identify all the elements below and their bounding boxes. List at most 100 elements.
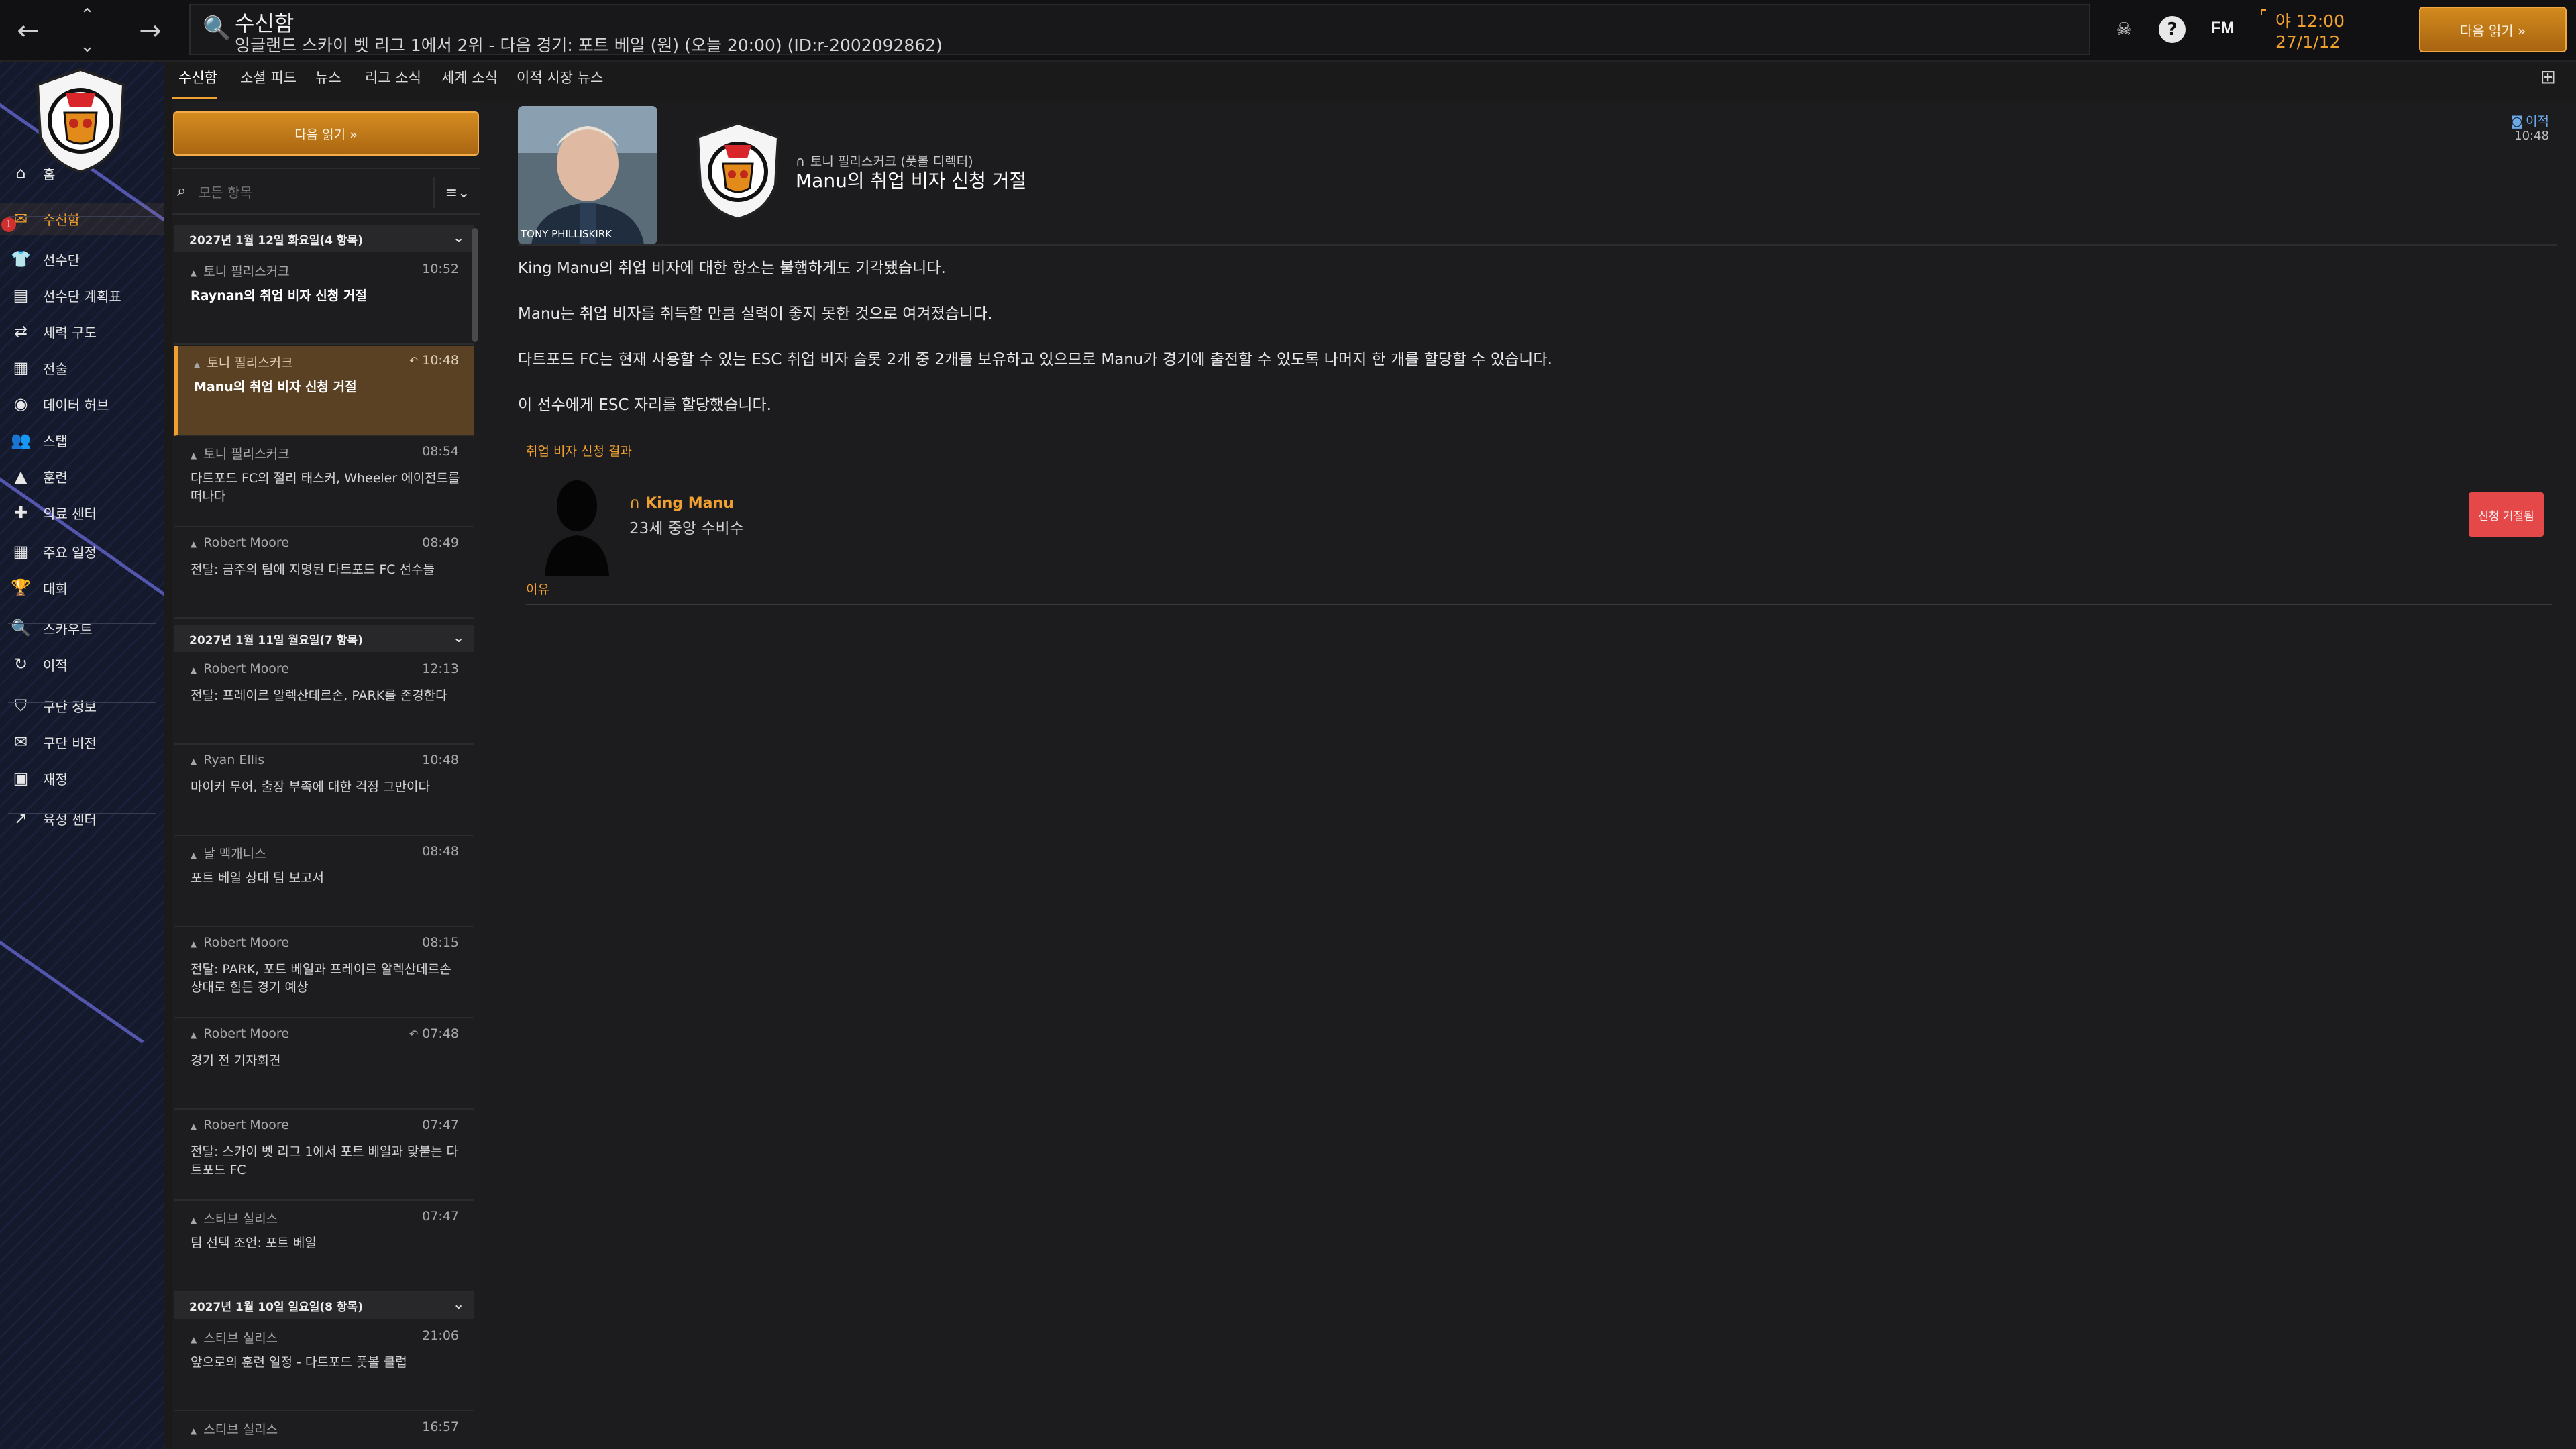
message-list-panel: 다음 읽기 » ⌕ ≡⌄ 2027년 1월 12일 화요일(4 항목) ⌄ 토니… [172,101,480,1449]
sidebar-separator [8,216,156,217]
list-item[interactable]: Robert Moore ↶07:48 경기 전 기자회견 [174,1020,474,1110]
list-item[interactable]: 스티브 실리스 16:57 [174,1413,474,1449]
sidebar-item-dynamics[interactable]: ⇄ 세력 구도 [0,315,164,347]
list-item[interactable]: Robert Moore 08:15 전달: PARK, 포트 베일과 프레이르… [174,928,474,1018]
list-item[interactable]: 스티브 실리스 21:06 앞으로의 훈련 일정 - 다트포드 풋볼 클럽 [174,1322,474,1411]
filter-input[interactable] [199,181,440,204]
game-date: 27/1/12 [2275,32,2341,52]
search-icon[interactable]: 🔍 [203,15,231,42]
sidebar-item-schedule[interactable]: ▦ 주요 일정 [0,535,164,568]
sidebar-item-label: 육성 센터 [43,811,97,828]
message-sender: 토니 필리스커크 [191,262,289,280]
chevron-down-icon[interactable]: ⌄ [453,1296,464,1312]
back-arrow-icon[interactable]: ← [9,12,47,50]
sidebar-item-label: 구단 정보 [43,698,97,715]
sidebar-item-scouting[interactable]: 🔍 스카우트 [0,612,164,644]
sort-menu-icon[interactable]: ≡⌄ [433,177,480,208]
player-silhouette-icon[interactable] [542,474,612,576]
sidebar-stripe [0,841,144,1044]
sidebar-item-club-vision[interactable]: ✉ 구단 비전 [0,726,164,758]
tab-league-news[interactable]: 리그 소식 [365,67,421,87]
forward-arrow-icon[interactable]: → [131,12,169,50]
group-header-label: 2027년 1월 10일 일요일(8 항목) [189,1300,363,1314]
sidebar-item-label: 선수단 계획표 [43,288,121,305]
tab-news[interactable]: 뉴스 [315,67,341,87]
message-time: 07:47 [422,1209,459,1224]
tab-world-news[interactable]: 세계 소식 [441,67,498,87]
application-rejected-badge[interactable]: 신청 거절됨 [2469,492,2544,537]
chevron-down-icon[interactable]: ⌄ [453,229,464,246]
list-item[interactable]: 토니 필리스커크 08:54 다트포드 FC의 절리 태스커, Wheeler … [174,437,474,527]
list-item[interactable]: 스티브 실리스 07:47 팀 선택 조언: 포트 베일 [174,1202,474,1292]
development-icon: ↗ [13,809,28,828]
photo-caption: TONY PHILLISKIRK [521,228,612,240]
chevron-down-icon[interactable]: ⌄ [453,629,464,645]
sender-photo[interactable]: TONY PHILLISKIRK [518,106,657,244]
sidebar-item-data-hub[interactable]: ◉ 데이터 허브 [0,388,164,420]
list-item-selected[interactable]: 토니 필리스커크 ↶10:48 Manu의 취업 비자 신청 거절 [174,346,474,436]
continue-button-list[interactable]: 다음 읽기 » [173,111,479,156]
date-group-header[interactable]: 2027년 1월 10일 일요일(8 항목) ⌄ [174,1292,474,1319]
list-scrollbar[interactable] [472,228,478,342]
clock-corner [2261,9,2266,15]
finances-icon: ▣ [13,769,29,788]
message-subject: 전달: 금주의 팀에 지명된 다트포드 FC 선수들 [191,562,435,577]
divider [518,244,2557,246]
sidebar-item-transfers[interactable]: ↻ 이적 [0,648,164,680]
sidebar-item-club-info[interactable]: ⛉ 구단 정보 [0,690,164,722]
message-sender: 날 맥개니스 [191,844,266,862]
sidebar-item-staff[interactable]: 👥 스탭 [0,424,164,456]
continue-button[interactable]: 다음 읽기 » [2419,7,2567,52]
schedule-icon: ▦ [13,542,29,561]
sidebar-item-trophy[interactable]: 🏆 대회 [0,572,164,604]
scouting-icon: 🔍 [11,619,31,637]
sidebar-separator [8,813,156,814]
chevron-up-icon[interactable]: ⌃ [80,5,95,25]
help-icon[interactable]: ? [2159,16,2186,43]
message-paragraph: Manu는 취업 비자를 취득할 만큼 실력이 좋지 못한 것으로 여겨졌습니다… [518,305,993,323]
sidebar-item-development[interactable]: ↗ 육성 센터 [0,802,164,835]
section-label: 취업 비자 신청 결과 [526,444,632,459]
date-group-header[interactable]: 2027년 1월 12일 화요일(4 항목) ⌄ [174,225,474,252]
skull-icon[interactable]: ☠ [2110,16,2137,43]
category-badge[interactable]: ◙ 이적 [2511,111,2549,129]
sidebar-item-squad[interactable]: 👕 선수단 [0,243,164,275]
sidebar-item-squad-planner[interactable]: ▤ 선수단 계획표 [0,279,164,311]
date-group-header[interactable]: 2027년 1월 11일 월요일(7 항목) ⌄ [174,625,474,652]
list-item[interactable]: Robert Moore 12:13 전달: 프레이르 알렉산데르손, PARK… [174,655,474,745]
message-time: 10:48 [422,753,459,767]
sidebar-item-label: 수신함 [43,211,80,228]
email-icon: ◙ [2510,114,2524,129]
sidebar-item-finances[interactable]: ▣ 재정 [0,762,164,794]
player-name[interactable]: ∩ King Manu [629,495,734,512]
message-paragraph: 다트포드 FC는 현재 사용할 수 있는 ESC 취업 비자 슬롯 2개 중 2… [518,351,1552,368]
list-item[interactable]: Ryan Ellis 10:48 마이커 무어, 출장 부족에 대한 걱정 그만… [174,746,474,836]
message-sender: Robert Moore [191,535,289,550]
history-stepper[interactable]: ⌃ ⌄ [74,5,101,56]
list-item[interactable]: Robert Moore 07:47 전달: 스카이 벳 리그 1에서 포트 베… [174,1111,474,1201]
sidebar-item-home[interactable]: ⌂ 홈 [0,157,164,189]
sidebar-separator [8,623,156,624]
sidebar-item-tactics[interactable]: ▦ 전술 [0,352,164,384]
player-name-link[interactable]: King Manu [645,495,734,512]
list-item[interactable]: 토니 필리스커크 10:52 Raynan의 취업 비자 신청 거절 [174,255,474,345]
message-subject: 팀 선택 조언: 포트 베일 [191,1236,317,1250]
tab-social-feed[interactable]: 소셜 피드 [240,67,297,87]
inbox-tabs: 수신함 소셜 피드 뉴스 리그 소식 세계 소식 이적 시장 뉴스 [172,62,2576,98]
list-item[interactable]: 날 맥개니스 08:48 포트 베일 상대 팀 보고서 [174,837,474,927]
divider [526,604,2552,605]
sidebar-item-label: 세력 구도 [43,324,97,341]
fm-logo[interactable]: FM [2211,19,2235,38]
club-crest-logo[interactable] [692,121,784,221]
sidebar-item-training[interactable]: ▲ 훈련 [0,460,164,492]
tab-inbox[interactable]: 수신함 [178,67,217,87]
sidebar-item-inbox[interactable]: ✉ 수신함 [0,203,164,235]
chevron-down-icon[interactable]: ⌄ [80,36,95,56]
tab-transfer-news[interactable]: 이적 시장 뉴스 [517,67,603,87]
title-search-bar[interactable]: 🔍 수신함 잉글랜드 스카이 벳 리그 1에서 2위 - 다음 경기: 포트 베… [189,4,2090,55]
fullscreen-toggle-icon[interactable]: ⊞ [2540,66,2556,88]
top-bar: ← ⌃ ⌄ → 🔍 수신함 잉글랜드 스카이 벳 리그 1에서 2위 - 다음 … [0,0,2576,62]
list-item[interactable]: Robert Moore 08:49 전달: 금주의 팀에 지명된 다트포드 F… [174,529,474,619]
sidebar-item-medical[interactable]: ✚ 의료 센터 [0,496,164,529]
message-received-time: 10:48 [2514,129,2549,143]
